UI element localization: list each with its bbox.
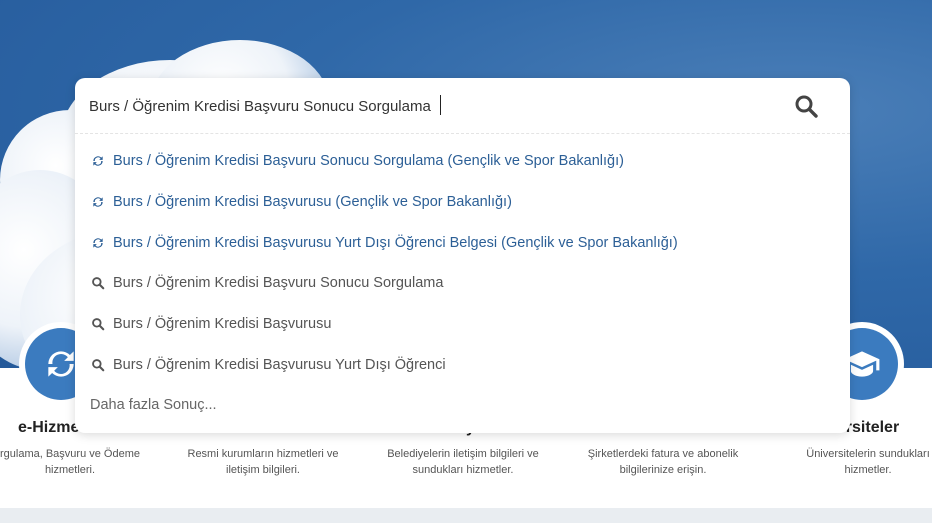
suggestion-label: Burs / Öğrenim Kredisi Başvuru Sonucu So… [113, 275, 444, 291]
more-results-link[interactable]: Daha fazla Sonuç... [90, 397, 217, 413]
belediyeler-desc: Belediyelerin iletişim bilgileri ve sund… [387, 448, 539, 476]
refresh-icon [90, 235, 106, 251]
suggestion-label: Burs / Öğrenim Kredisi Başvurusu Yurt Dı… [113, 235, 678, 251]
suggestion-item[interactable]: Burs / Öğrenim Kredisi Başvuru Sonucu So… [75, 263, 850, 303]
suggestion-label: Burs / Öğrenim Kredisi Başvurusu Yurt Dı… [113, 357, 446, 373]
firmalar-desc: Şirketlerdeki fatura ve abonelik bilgile… [587, 448, 739, 476]
refresh-icon [90, 153, 106, 169]
refresh-icon [90, 194, 106, 210]
suggestion-item[interactable]: Burs / Öğrenim Kredisi Başvuru Sonucu So… [75, 141, 850, 181]
search-button[interactable] [790, 90, 822, 122]
suggestion-item[interactable]: Burs / Öğrenim Kredisi Başvurusu Yurt Dı… [75, 223, 850, 263]
search-icon [795, 95, 818, 118]
ehizmetler-desc: rgulama, Başvuru ve Ödeme hizmetleri. [0, 448, 140, 476]
suggestion-item[interactable]: Burs / Öğrenim Kredisi Başvurusu (Gençli… [75, 182, 850, 222]
search-bar [75, 78, 850, 134]
search-icon [90, 316, 106, 332]
suggestion-label: Burs / Öğrenim Kredisi Başvurusu (Gençli… [113, 194, 512, 210]
kurumlar-desc: Resmi kurumların hizmetleri ve iletişim … [187, 448, 339, 476]
universiteler-desc: Üniversitelerin sundukları hizmetler. [806, 448, 930, 476]
suggestion-item[interactable]: Burs / Öğrenim Kredisi Başvurusu Yurt Dı… [75, 345, 850, 385]
search-icon [90, 275, 106, 291]
search-input[interactable] [89, 92, 769, 120]
suggestion-item[interactable]: Burs / Öğrenim Kredisi Başvurusu [75, 304, 850, 344]
footer-band [0, 508, 932, 523]
search-icon [90, 357, 106, 373]
text-caret [440, 95, 441, 115]
search-panel: Burs / Öğrenim Kredisi Başvuru Sonucu So… [75, 78, 850, 433]
suggestion-label: Burs / Öğrenim Kredisi Başvurusu [113, 316, 332, 332]
suggestion-label: Burs / Öğrenim Kredisi Başvuru Sonucu So… [113, 153, 624, 169]
